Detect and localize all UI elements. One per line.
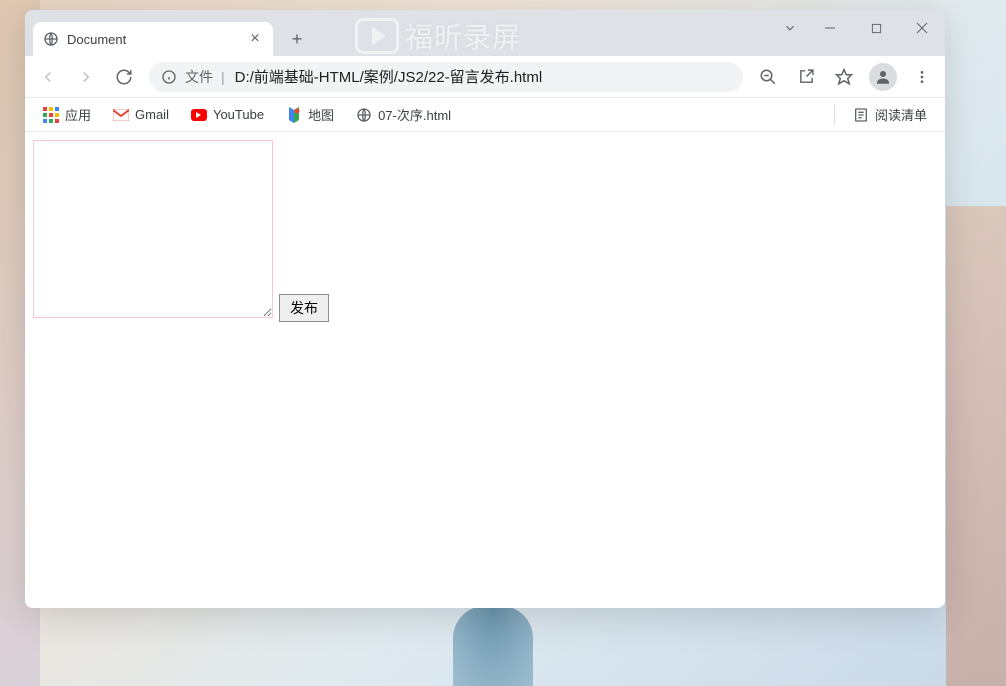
tab-close-button[interactable]: × bbox=[247, 31, 263, 47]
share-button[interactable] bbox=[789, 60, 823, 94]
globe-icon bbox=[43, 31, 59, 47]
zoom-button[interactable] bbox=[751, 60, 785, 94]
maps-icon bbox=[286, 107, 302, 123]
gmail-icon bbox=[113, 107, 129, 123]
bookmark-apps[interactable]: 应用 bbox=[35, 101, 99, 128]
bookmark-label: 07-次序.html bbox=[378, 105, 451, 124]
apps-grid-icon bbox=[43, 107, 59, 123]
bookmark-custom[interactable]: 07-次序.html bbox=[348, 101, 459, 128]
close-window-button[interactable] bbox=[899, 12, 945, 44]
page-content: 发布 bbox=[25, 132, 945, 608]
bookmark-label: 应用 bbox=[65, 105, 91, 124]
tab-title: Document bbox=[67, 32, 239, 47]
tab-search-button[interactable] bbox=[773, 12, 807, 44]
bookmark-star-button[interactable] bbox=[827, 60, 861, 94]
back-button[interactable] bbox=[31, 60, 65, 94]
bookmark-label: 地图 bbox=[308, 105, 334, 124]
site-info-icon[interactable]: 文件 | bbox=[161, 67, 225, 87]
browser-tab[interactable]: Document × bbox=[33, 22, 273, 56]
bookmark-youtube[interactable]: YouTube bbox=[183, 103, 272, 127]
new-tab-button[interactable]: + bbox=[283, 25, 311, 53]
bookmarks-bar: 应用 Gmail YouTube 地图 07-次序.html bbox=[25, 98, 945, 132]
maximize-button[interactable] bbox=[853, 12, 899, 44]
toolbar: 文件 | D:/前端基础-HTML/案例/JS2/22-留言发布.html bbox=[25, 56, 945, 98]
publish-button[interactable]: 发布 bbox=[279, 294, 329, 322]
reading-list-icon bbox=[853, 107, 869, 123]
reload-button[interactable] bbox=[107, 60, 141, 94]
forward-button[interactable] bbox=[69, 60, 103, 94]
chrome-window: Document × + bbox=[25, 10, 945, 608]
bookmark-label: 阅读清单 bbox=[875, 105, 927, 124]
profile-avatar[interactable] bbox=[869, 63, 897, 91]
globe-icon bbox=[356, 107, 372, 123]
bookmark-maps[interactable]: 地图 bbox=[278, 101, 342, 128]
address-bar[interactable]: 文件 | D:/前端基础-HTML/案例/JS2/22-留言发布.html bbox=[149, 62, 743, 92]
bookmark-gmail[interactable]: Gmail bbox=[105, 103, 177, 127]
file-scheme-label: 文件 bbox=[185, 67, 213, 87]
menu-button[interactable] bbox=[905, 60, 939, 94]
reading-list-button[interactable]: 阅读清单 bbox=[845, 101, 935, 128]
youtube-icon bbox=[191, 107, 207, 123]
window-controls bbox=[773, 10, 945, 46]
tab-strip: Document × + bbox=[25, 10, 945, 56]
divider bbox=[834, 105, 835, 125]
message-textarea[interactable] bbox=[33, 140, 273, 318]
bookmark-label: YouTube bbox=[213, 107, 264, 122]
minimize-button[interactable] bbox=[807, 12, 853, 44]
bookmark-label: Gmail bbox=[135, 107, 169, 122]
url-text: D:/前端基础-HTML/案例/JS2/22-留言发布.html bbox=[235, 66, 543, 87]
